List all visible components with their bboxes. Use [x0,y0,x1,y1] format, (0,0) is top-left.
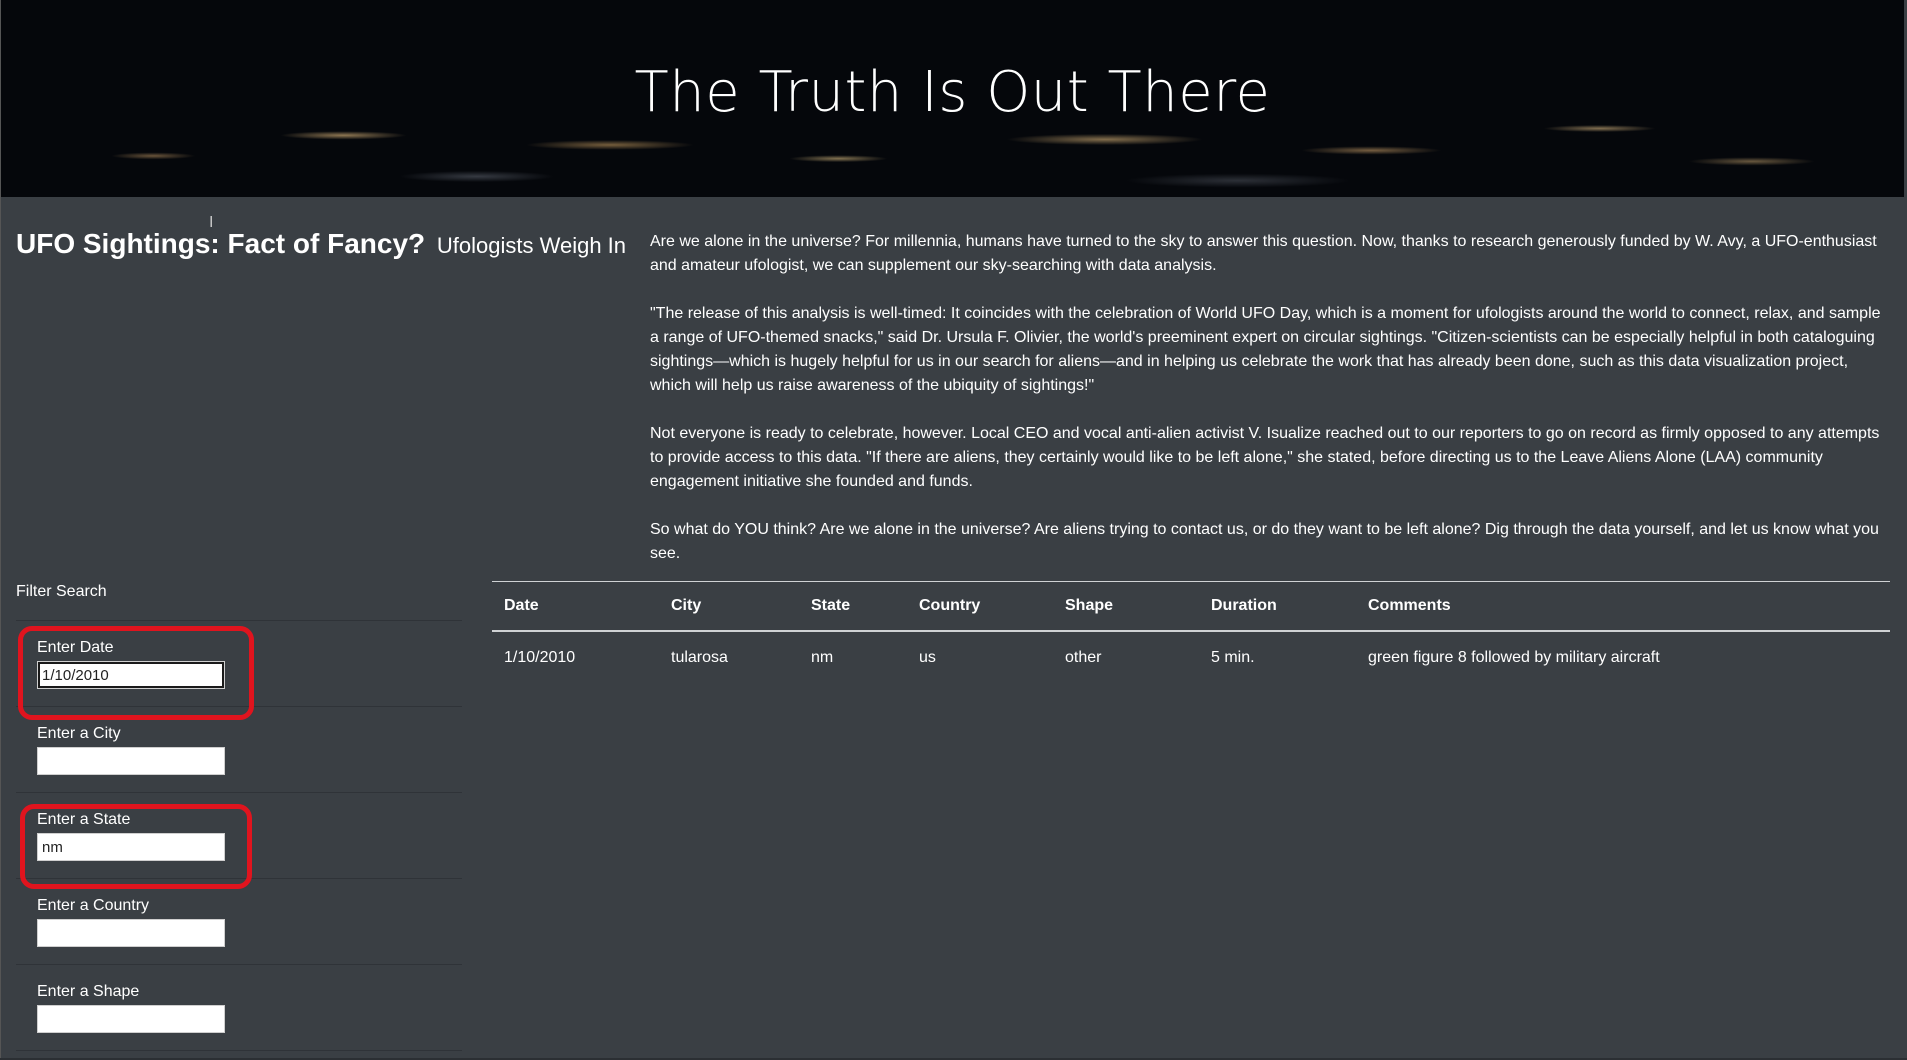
cell-comments: green figure 8 followed by military airc… [1368,649,1660,666]
table-row: 1/10/2010 tularosa nm us other 5 min. gr… [492,631,1890,684]
article-paragraph: "The release of this analysis is well-ti… [650,305,1881,394]
heading-main: UFO Sightings: Fact of Fancy? [16,228,426,259]
date-input[interactable] [37,661,225,689]
cell-state: nm [811,649,834,666]
column-header-date: Date [492,582,659,632]
filter-item-city: Enter a City [16,707,462,793]
table-header-row: Date City State Country Shape Duration C… [492,582,1890,632]
state-input[interactable] [37,833,225,861]
heading-subtitle: Ufologists Weigh In [436,233,627,258]
filter-item-country: Enter a Country [16,879,462,965]
filter-label-city: Enter a City [37,725,121,742]
article: Are we alone in the universe? For millen… [650,230,1892,590]
column-header-state: State [799,582,907,632]
country-input[interactable] [37,919,225,947]
article-paragraph: So what do YOU think? Are we alone in th… [650,521,1879,562]
hero-title: The Truth Is Out There [634,60,1271,125]
filter-item-state: Enter a State [16,793,462,879]
hero-banner: The Truth Is Out There [1,0,1904,197]
filter-label-country: Enter a Country [37,897,150,914]
cell-date: 1/10/2010 [504,649,576,666]
filter-label-state: Enter a State [37,811,131,828]
ufo-table: Date City State Country Shape Duration C… [492,582,1890,684]
page-heading: UFO Sightings: Fact of Fancy? Ufologists… [16,228,626,260]
column-header-duration: Duration [1199,582,1356,632]
article-paragraph: Are we alone in the universe? For millen… [650,233,1877,274]
cell-shape: other [1065,649,1102,666]
column-header-country: Country [907,582,1053,632]
filter-item-date: Enter Date [16,621,462,707]
cell-country: us [919,649,936,666]
column-header-comments: Comments [1356,582,1890,632]
filter-label-shape: Enter a Shape [37,983,140,1000]
filter-label-date: Enter Date [37,639,114,656]
filter-list: Enter Date Enter a City Enter a State En… [16,620,462,1051]
column-header-city: City [659,582,799,632]
page: The Truth Is Out There I UFO Sightings: … [0,0,1907,1060]
column-header-shape: Shape [1053,582,1199,632]
article-paragraph: Not everyone is ready to celebrate, howe… [650,425,1880,490]
city-input[interactable] [37,747,225,775]
ufo-table-container: Date City State Country Shape Duration C… [492,581,1890,684]
cell-city: tularosa [671,649,728,666]
filter-search-title: Filter Search [16,583,107,600]
filter-item-shape: Enter a Shape [16,965,462,1051]
cell-duration: 5 min. [1211,649,1255,666]
shape-input[interactable] [37,1005,225,1033]
